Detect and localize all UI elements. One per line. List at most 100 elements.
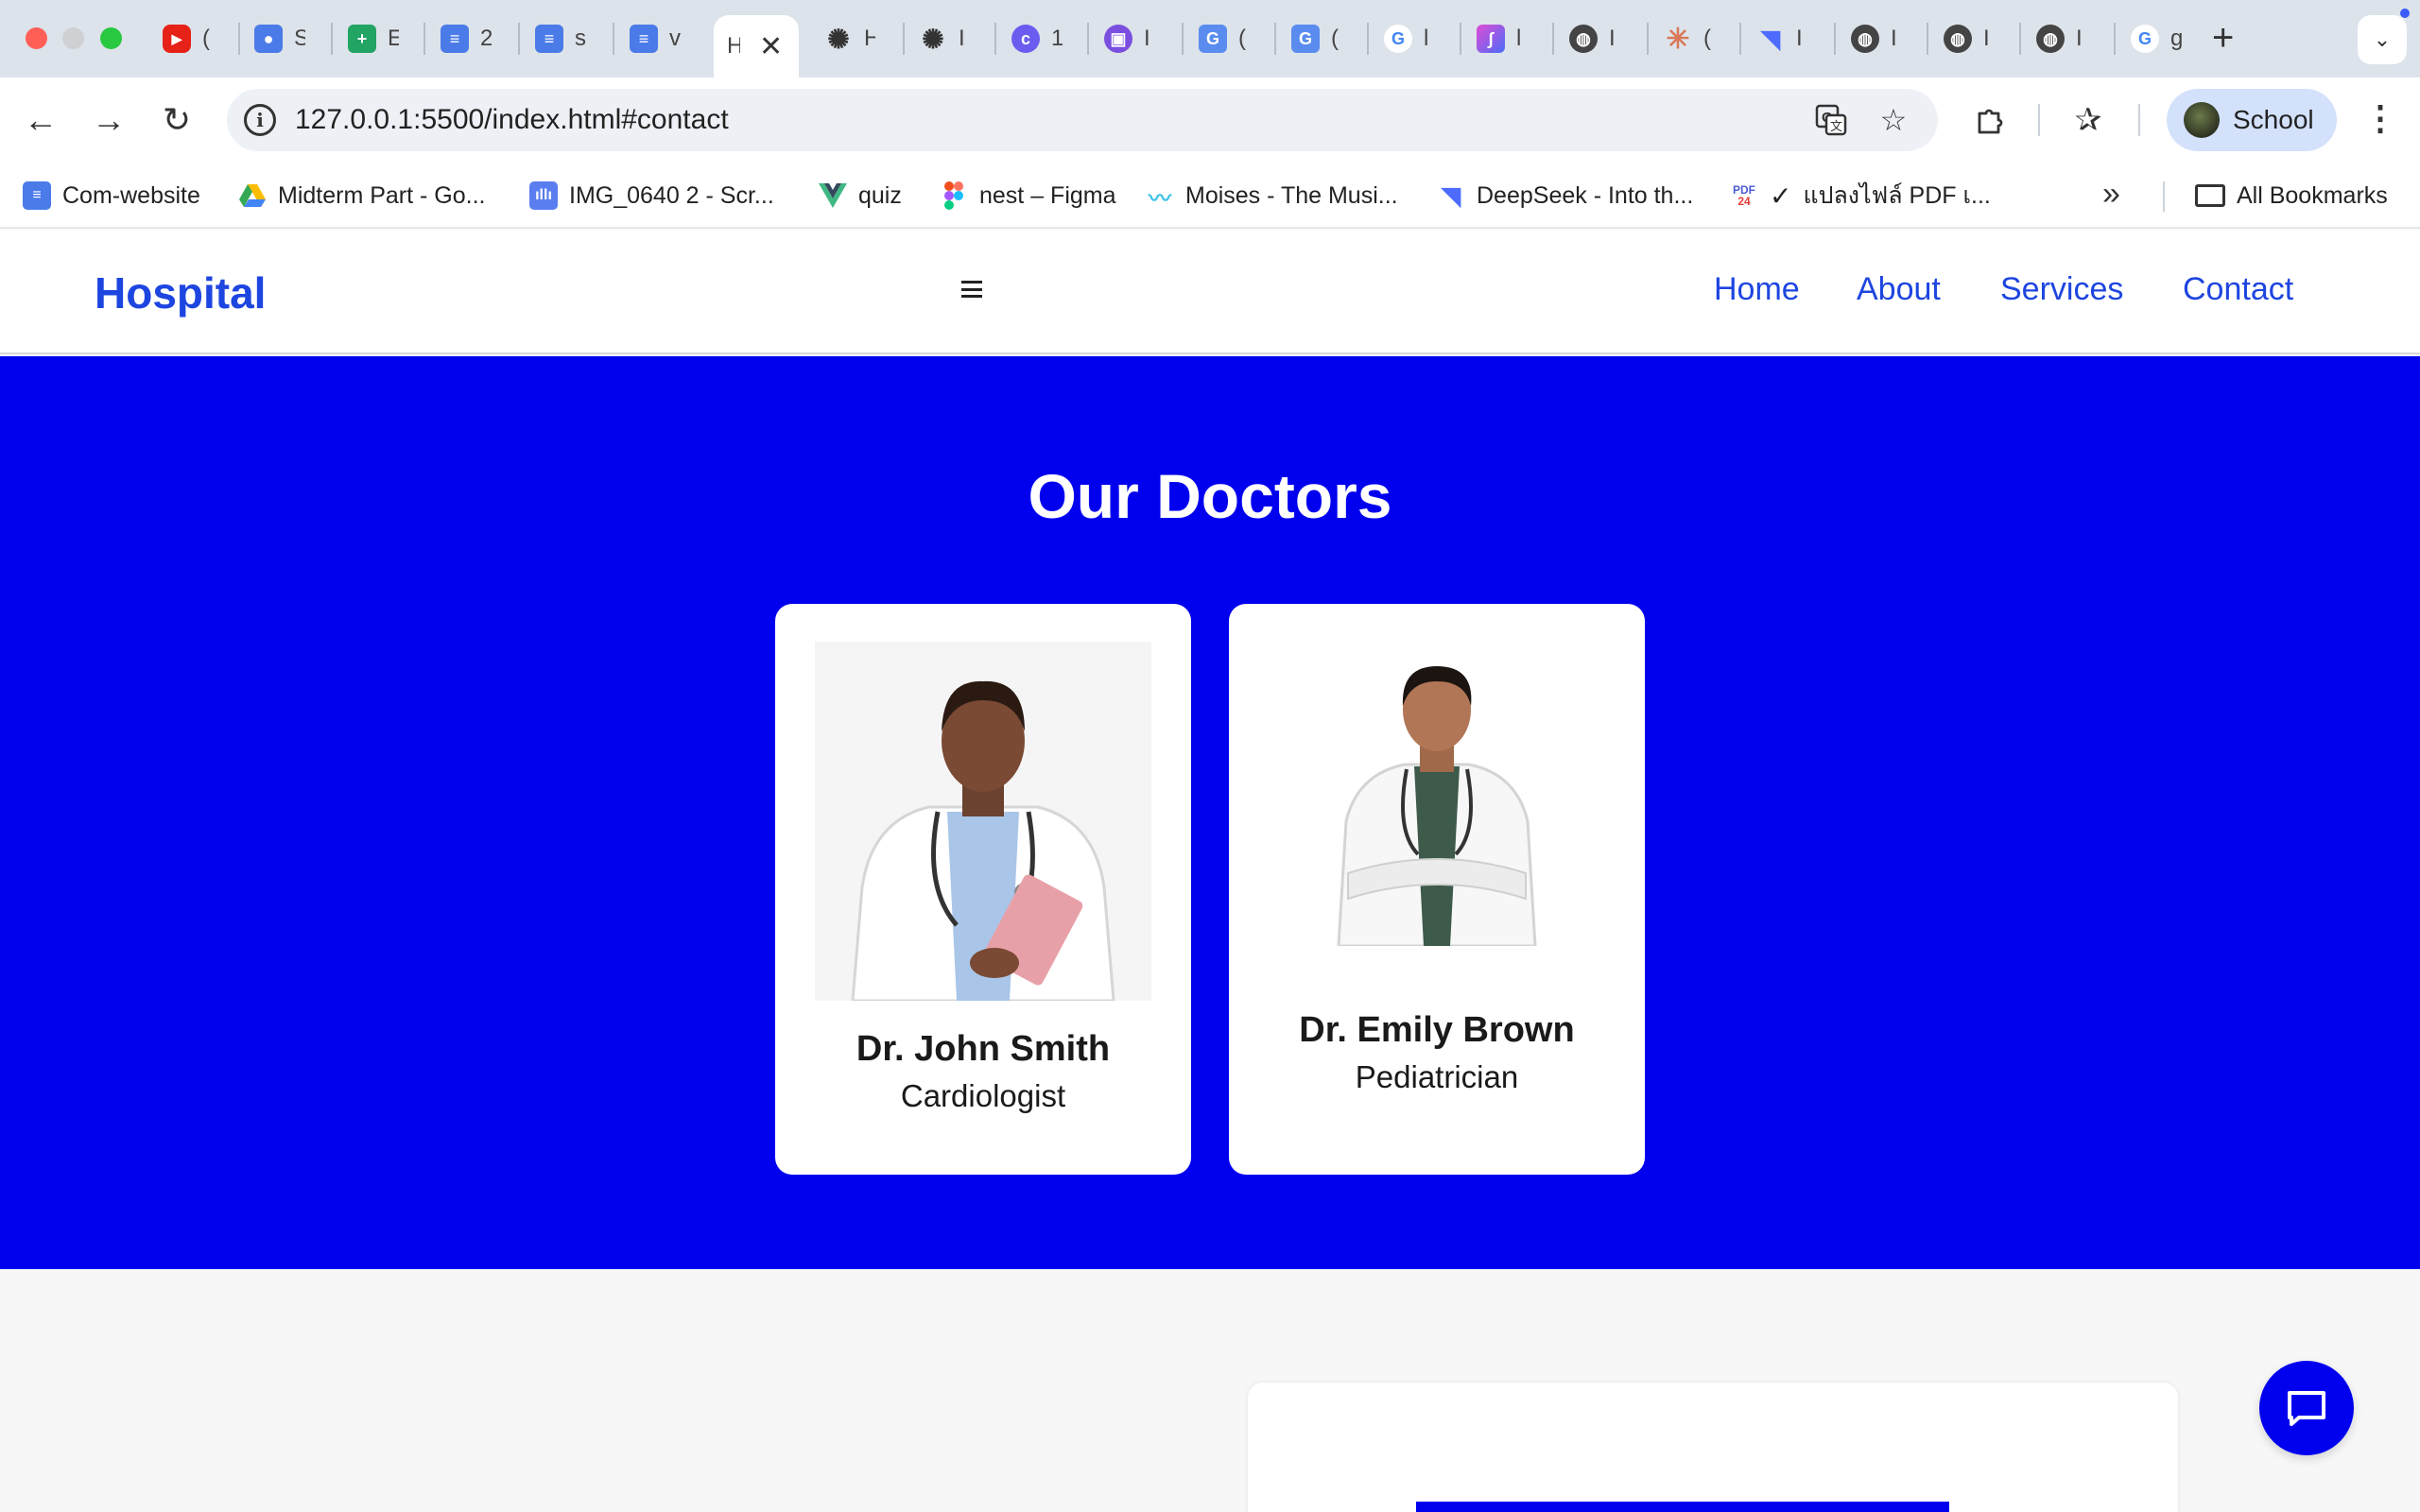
browser-tab[interactable]: ◍ I xyxy=(2023,16,2112,61)
browser-tab[interactable]: ✳ ( xyxy=(1651,16,1739,61)
doctor-card: Dr. John Smith Cardiologist xyxy=(775,604,1191,1175)
browser-tab[interactable]: ● S xyxy=(241,16,330,61)
nav-link-about[interactable]: About xyxy=(1857,271,1941,308)
back-button[interactable]: ← xyxy=(17,96,64,144)
browser-tab[interactable]: ◥ I xyxy=(1743,16,1832,61)
browser-tab[interactable]: ≡ s xyxy=(522,16,611,61)
new-tab-button[interactable]: + xyxy=(2212,17,2234,60)
browser-tab[interactable]: ◍ I xyxy=(1556,16,1645,61)
tab-title: ( xyxy=(202,26,210,51)
doctor-name: Dr. John Smith xyxy=(856,1029,1111,1069)
browser-tab[interactable]: ≡ 2 xyxy=(427,16,516,61)
nav-link-contact[interactable]: Contact xyxy=(2183,271,2293,308)
bookmark-item[interactable]: ≡ Com-website xyxy=(23,180,200,212)
browser-tab[interactable]: G g xyxy=(2118,16,2206,61)
browser-tab[interactable]: ∫ l xyxy=(1463,16,1552,61)
url-text[interactable]: 127.0.0.1:5500/index.html#contact xyxy=(295,104,729,136)
doctor-card: Dr. Emily Brown Pediatrician xyxy=(1229,604,1645,1175)
extensions-icon[interactable] xyxy=(1968,98,2012,142)
tab-title: ( xyxy=(1238,26,1246,51)
bookmark-label: IMG_0640 2 - Scr... xyxy=(569,181,774,209)
browser-tab[interactable]: G l xyxy=(1371,16,1460,61)
bookmark-label: Com-website xyxy=(62,181,200,209)
translate-icon[interactable]: G文 xyxy=(1811,100,1851,140)
doctor-photo xyxy=(815,642,1151,1003)
chat-icon xyxy=(2288,1391,2325,1426)
bookmark-item[interactable]: quiz xyxy=(819,180,902,212)
profile-button[interactable]: School xyxy=(2167,89,2337,151)
openai-icon: ✺ xyxy=(827,24,850,54)
doctor-specialty: Pediatrician xyxy=(1355,1059,1519,1094)
contacts-icon: ● xyxy=(254,25,283,53)
hamburger-menu-icon[interactable] xyxy=(961,281,982,298)
bookmark-label: แปลงไฟล์ PDF เ... xyxy=(1803,182,1991,209)
tab-title: I xyxy=(1891,26,1897,51)
tab-title: 1 xyxy=(1051,26,1063,51)
contact-card-heading-bar xyxy=(1416,1502,1949,1512)
arrow-left-icon: ← xyxy=(24,100,58,139)
bookmark-item[interactable]: ◥ DeepSeek - Into th... xyxy=(1437,180,1693,212)
bookmark-item[interactable]: Midterm Part - Go... xyxy=(238,180,485,212)
browser-tab[interactable]: ▶ ( xyxy=(149,16,238,61)
nav-link-services[interactable]: Services xyxy=(2000,271,2123,308)
browser-tab[interactable]: + E xyxy=(335,16,424,61)
avatar xyxy=(2184,102,2220,138)
close-icon[interactable]: ✕ xyxy=(759,30,783,63)
site-header: Hospital Home About Services Contact xyxy=(0,230,2420,354)
globe-icon: ◍ xyxy=(1944,25,1972,53)
bookmarks-bar: ≡ Com-website Midterm Part - Go... ıllı … xyxy=(0,163,2420,229)
tab-title: H xyxy=(864,26,875,51)
slides-icon: ▣ xyxy=(1104,25,1132,53)
browser-tab[interactable]: G ( xyxy=(1278,16,1367,61)
pdf24-icon: PDF 24 xyxy=(1733,183,1755,208)
tab-title: I xyxy=(2076,26,2083,51)
translate-icon: G xyxy=(1291,25,1320,53)
chat-button[interactable] xyxy=(2259,1361,2354,1455)
nav-link-home[interactable]: Home xyxy=(1714,271,1800,308)
deepseek-icon: ◥ xyxy=(1761,24,1780,53)
more-bookmarks-icon[interactable]: » xyxy=(2102,176,2120,213)
bookmark-item[interactable]: 〰 Moises - The Musi... xyxy=(1146,180,1398,212)
browser-menu-icon[interactable]: ⋮ xyxy=(2363,98,2397,138)
bookmark-item[interactable]: PDF 24 ✓ แปลงไฟล์ PDF เ... xyxy=(1730,180,1991,212)
browser-tab[interactable]: ✺ H xyxy=(811,16,900,61)
tab-title: ( xyxy=(1331,26,1339,51)
tab-title: 2 xyxy=(480,26,492,51)
bookmark-item[interactable]: ıllı IMG_0640 2 - Scr... xyxy=(529,180,774,212)
all-bookmarks-label: All Bookmarks xyxy=(2237,181,2388,209)
tab-search-button[interactable]: ⌄ xyxy=(2358,15,2407,64)
bookmark-item[interactable]: nest – Figma xyxy=(940,180,1116,212)
close-window-button[interactable] xyxy=(26,27,47,49)
check-icon: ✓ xyxy=(1770,180,1792,211)
reload-button[interactable]: ↻ xyxy=(153,96,200,144)
youtube-icon: ▶ xyxy=(163,25,191,53)
site-logo[interactable]: Hospital xyxy=(95,267,266,318)
browser-tab[interactable]: G ( xyxy=(1185,16,1274,61)
bookmarks-star-icon[interactable]: ✰ xyxy=(2066,98,2110,142)
contact-card xyxy=(1248,1383,2178,1512)
bookmark-label: Moises - The Musi... xyxy=(1185,181,1398,209)
tab-title: v xyxy=(669,26,681,51)
browser-tab[interactable]: ◍ I xyxy=(1930,16,2019,61)
browser-tab[interactable]: c 1 xyxy=(998,16,1087,61)
tab-title: l xyxy=(1424,26,1429,51)
sheets-icon: + xyxy=(348,25,376,53)
site-info-icon[interactable]: i xyxy=(244,104,276,136)
browser-tab[interactable]: ◍ I xyxy=(1838,16,1927,61)
active-browser-tab[interactable]: H ✕ xyxy=(714,15,799,77)
browser-tab[interactable]: ✺ I xyxy=(906,16,994,61)
section-title: Our Doctors xyxy=(1028,461,1392,531)
forward-button[interactable]: → xyxy=(85,96,132,144)
doctors-section: Our Doctors Dr. John Smith Cardiologist … xyxy=(0,356,2420,1269)
doctor-photo xyxy=(1320,651,1554,948)
bookmark-star-icon[interactable]: ☆ xyxy=(1874,100,1913,140)
tab-strip: ▶ ( ● S + E ≡ 2 ≡ s ≡ v H ✕ ✺ H ✺ I c 1 xyxy=(0,0,2420,77)
browser-tab[interactable]: ▣ I xyxy=(1091,16,1180,61)
minimize-window-button[interactable] xyxy=(62,27,84,49)
arrow-right-icon: → xyxy=(92,100,126,139)
maximize-window-button[interactable] xyxy=(100,27,122,49)
address-bar[interactable]: i 127.0.0.1:5500/index.html#contact G文 ☆ xyxy=(227,89,1938,151)
browser-tab[interactable]: ≡ v xyxy=(616,16,705,61)
tab-title: S xyxy=(294,26,305,51)
all-bookmarks-button[interactable]: All Bookmarks xyxy=(2195,180,2388,212)
